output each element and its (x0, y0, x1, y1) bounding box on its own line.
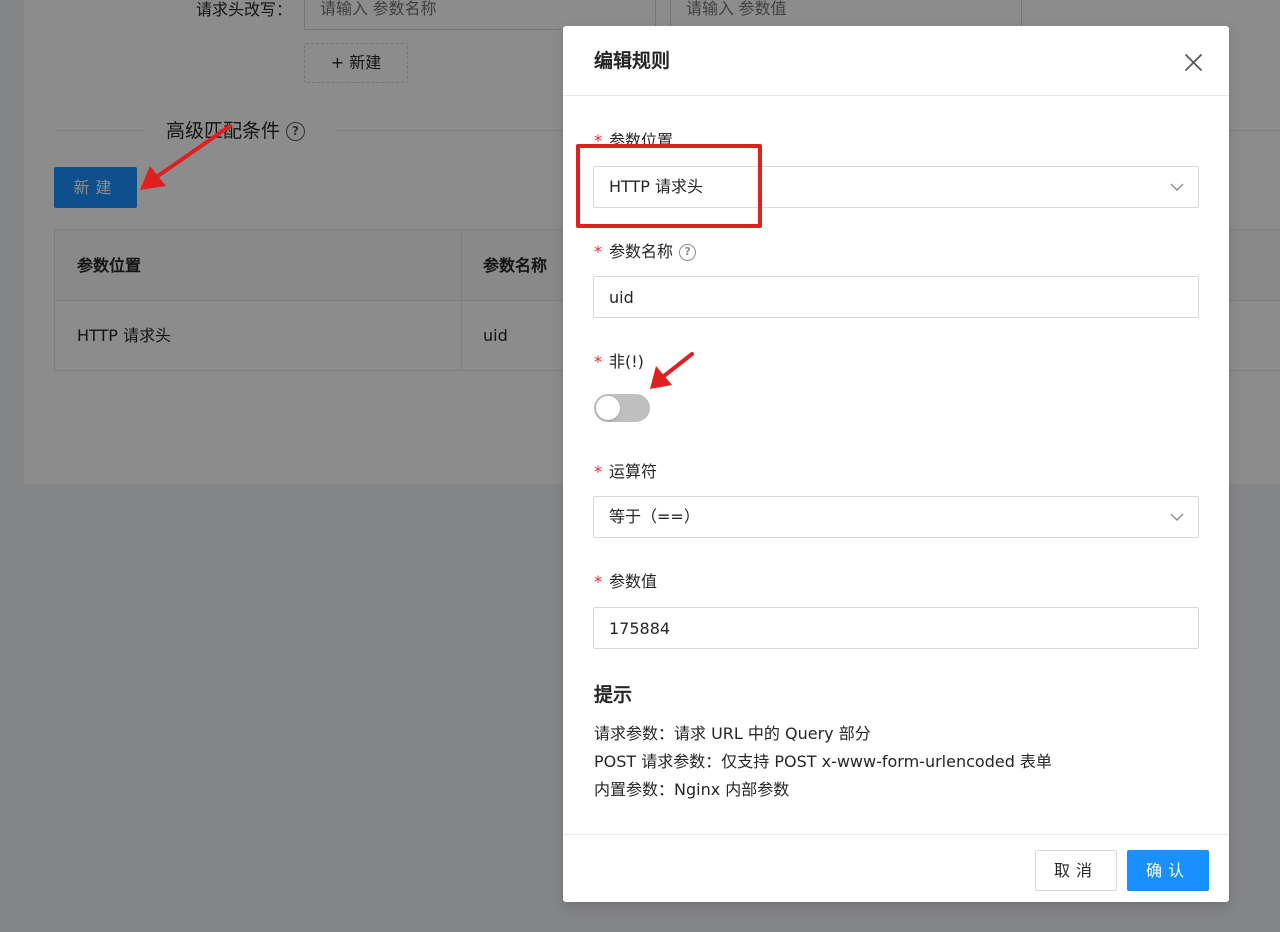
annotation-arrow-icon (650, 352, 694, 389)
annotation-arrows (140, 124, 694, 389)
annotation-arrow-icon (140, 124, 232, 190)
